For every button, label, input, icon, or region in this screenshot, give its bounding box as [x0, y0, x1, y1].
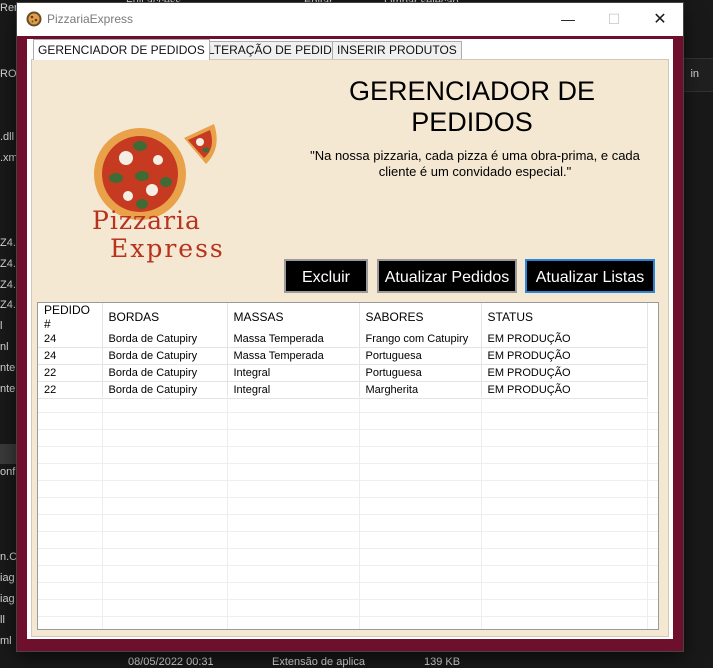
logo-text-pizzaria: Pizzaria [92, 206, 201, 235]
grid-column-line [227, 396, 228, 629]
bg-left-highlight [0, 444, 17, 464]
bg-left-frag: ml [0, 635, 12, 647]
bg-left-frag: .xm [0, 152, 18, 164]
empty-grid-area [38, 396, 658, 629]
cell-status[interactable]: EM PRODUÇÃO [481, 347, 648, 365]
tab-gerenciador-pedidos[interactable]: GERENCIADOR DE PEDIDOS [33, 39, 210, 60]
cell-massa[interactable]: Massa Temperada [227, 347, 360, 365]
grid-column-line [359, 396, 360, 629]
cell-sabor[interactable]: Portuguesa [359, 347, 482, 365]
cell-sabor[interactable]: Portuguesa [359, 364, 482, 382]
client-area: GERENCIADOR DE PEDIDOS ALTERAÇÃO DE PEDI… [27, 39, 673, 639]
cell-pedido[interactable]: 22 [38, 364, 103, 382]
minimize-button[interactable]: — [545, 3, 591, 36]
title-bar[interactable]: PizzariaExpress — ☐ ✕ [17, 3, 683, 36]
atualizar-pedidos-button[interactable]: Atualizar Pedidos [377, 259, 517, 293]
cell-status[interactable]: EM PRODUÇÃO [481, 364, 648, 382]
cell-borda[interactable]: Borda de Catupiry [102, 331, 228, 348]
page-title: GERENCIADOR DE PEDIDOS [348, 76, 596, 137]
bg-left-frag: onf [0, 466, 16, 478]
bg-file-date: 08/05/2022 00:31 [128, 656, 214, 668]
table-header-row: PEDIDO # BORDAS MASSAS SABORES STATUS [38, 303, 648, 331]
orders-grid[interactable]: PEDIDO # BORDAS MASSAS SABORES STATUS 24… [37, 302, 659, 630]
close-button[interactable]: ✕ [637, 3, 683, 36]
bg-left-frag: ll [0, 614, 5, 626]
grid-column-line [102, 396, 103, 629]
column-header-massas[interactable]: MASSAS [227, 303, 360, 331]
cell-pedido[interactable]: 24 [38, 331, 103, 348]
pizza-app-icon [26, 11, 42, 27]
window-title: PizzariaExpress [47, 12, 134, 26]
tab-inserir-produtos[interactable]: INSERIR PRODUTOS [332, 41, 462, 59]
maximize-button[interactable]: ☐ [591, 3, 637, 36]
logo-text-express: Express [110, 234, 225, 263]
grid-column-line [481, 396, 482, 629]
bg-left-frag: .dll [0, 131, 15, 143]
excluir-button[interactable]: Excluir [284, 259, 368, 293]
bg-left-frag: l [0, 320, 3, 332]
cell-borda[interactable]: Borda de Catupiry [102, 347, 228, 365]
column-header-status[interactable]: STATUS [481, 303, 648, 331]
table-row[interactable]: 24 Borda de Catupiry Massa Temperada Por… [38, 347, 648, 365]
bg-left-frag: nl [0, 341, 9, 353]
cell-sabor[interactable]: Frango com Catupiry [359, 331, 482, 348]
column-header-sabores[interactable]: SABORES [359, 303, 482, 331]
column-header-pedido[interactable]: PEDIDO # [38, 303, 103, 331]
orders-table: PEDIDO # BORDAS MASSAS SABORES STATUS 24… [38, 303, 648, 399]
cell-status[interactable]: EM PRODUÇÃO [481, 331, 648, 348]
grid-column-line [647, 396, 648, 629]
bg-right-frag: in [690, 68, 699, 80]
tab-page-gerenciador: Pizzaria Express GERENCIADOR DE PEDIDOS … [31, 59, 669, 637]
bg-left-frag: iag [0, 593, 15, 605]
page-quote: "Na nossa pizzaria, cada pizza é uma obr… [310, 148, 640, 179]
cell-massa[interactable]: Massa Temperada [227, 331, 360, 348]
app-window: PizzariaExpress — ☐ ✕ GERENCIADOR DE PED… [17, 3, 683, 651]
table-row[interactable]: 22 Borda de Catupiry Integral Portuguesa… [38, 364, 648, 382]
table-row[interactable]: 24 Borda de Catupiry Massa Temperada Fra… [38, 331, 648, 348]
cell-massa[interactable]: Integral [227, 364, 360, 382]
bg-file-type: Extensão de aplica [272, 656, 365, 668]
atualizar-listas-button[interactable]: Atualizar Listas [525, 259, 655, 293]
bg-file-size: 139 KB [424, 656, 461, 668]
cell-pedido[interactable]: 24 [38, 347, 103, 365]
cell-borda[interactable]: Borda de Catupiry [102, 364, 228, 382]
bg-left-frag: iag [0, 572, 15, 584]
column-header-bordas[interactable]: BORDAS [102, 303, 228, 331]
tab-alteracao-pedido[interactable]: ALTERAÇÃO DE PEDIDO [195, 41, 347, 59]
